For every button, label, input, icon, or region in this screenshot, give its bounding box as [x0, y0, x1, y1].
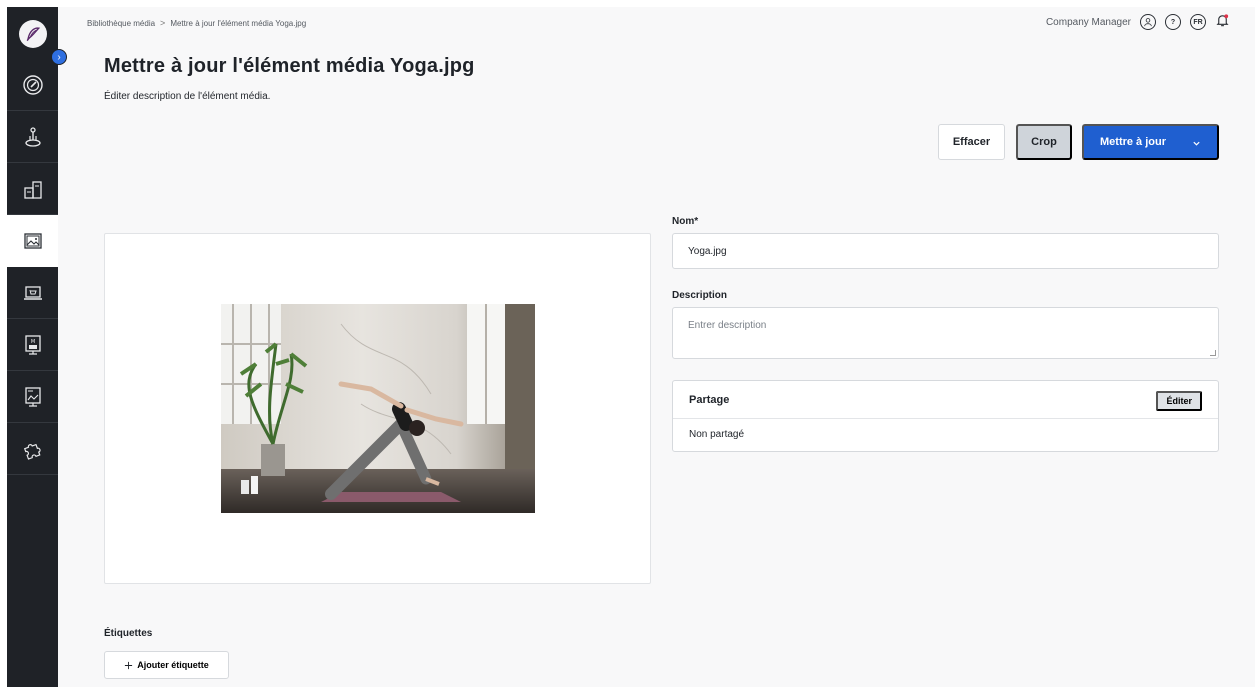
app-logo[interactable] — [19, 20, 47, 48]
sharing-card: Partage Éditer Non partagé — [672, 380, 1219, 452]
yoga-photo — [221, 304, 535, 513]
nav-shop[interactable] — [7, 267, 58, 319]
update-button-label: Mettre à jour — [1100, 136, 1167, 148]
puzzle-icon — [23, 443, 41, 460]
svg-text:M: M — [30, 339, 34, 345]
chevron-right-icon: › — [57, 52, 61, 63]
page-subtitle: Éditer description de l'élément média. — [104, 91, 271, 102]
nav-integrations[interactable] — [7, 423, 58, 475]
description-textarea[interactable]: Entrer description — [672, 307, 1219, 359]
laptop-cart-icon — [23, 285, 42, 300]
sidebar: M — [7, 7, 58, 687]
products-icon — [23, 180, 42, 199]
name-input[interactable]: Yoga.jpg — [672, 233, 1219, 269]
presentation-icon — [24, 386, 41, 407]
help-icon[interactable]: ? — [1165, 14, 1181, 30]
image-preview-panel — [104, 233, 651, 584]
crop-button[interactable]: Crop — [1016, 124, 1072, 160]
description-placeholder: Entrer description — [688, 320, 767, 331]
sidebar-expand-button[interactable]: › — [51, 49, 67, 65]
nav-experiences[interactable] — [7, 111, 58, 163]
media-icon — [23, 232, 42, 249]
topbar-actions: Company Manager ? FR — [1046, 13, 1230, 31]
sharing-card-header: Partage — [673, 381, 1218, 419]
logo-icon — [26, 27, 41, 42]
tags-label: Étiquettes — [104, 628, 153, 639]
nav-dashboard[interactable] — [7, 59, 58, 111]
language-badge[interactable]: FR — [1190, 14, 1206, 30]
add-tag-button[interactable]: Ajouter étiquette — [104, 651, 229, 679]
page-title: Mettre à jour l'élément média Yoga.jpg — [104, 55, 475, 77]
joystick-icon — [24, 126, 41, 147]
sharing-status: Non partagé — [689, 429, 745, 440]
description-label: Description — [672, 290, 728, 301]
plus-icon — [125, 661, 133, 669]
nav-media-screen[interactable]: M — [7, 319, 58, 371]
breadcrumb: Bibliothèque média > Mettre à jour l'élé… — [87, 18, 306, 28]
speedometer-icon — [22, 74, 43, 95]
nav-media[interactable] — [7, 215, 58, 267]
sharing-edit-button[interactable]: Éditer — [1156, 391, 1202, 411]
breadcrumb-item-media-library[interactable]: Bibliothèque média — [87, 19, 155, 28]
breadcrumb-item-current: Mettre à jour l'élément média Yoga.jpg — [170, 18, 307, 28]
name-input-value: Yoga.jpg — [688, 245, 727, 257]
sharing-title: Partage — [689, 393, 730, 406]
chevron-down-icon[interactable] — [1192, 139, 1201, 148]
add-tag-label: Ajouter étiquette — [137, 660, 209, 670]
resize-handle[interactable] — [1210, 350, 1216, 356]
clear-button[interactable]: Effacer — [938, 124, 1005, 160]
update-button[interactable]: Mettre à jour — [1082, 124, 1219, 160]
breadcrumb-separator: > — [160, 18, 166, 28]
nav-products[interactable] — [7, 163, 58, 215]
media-screen-icon: M — [24, 334, 41, 355]
user-name[interactable]: Company Manager — [1046, 17, 1131, 28]
notification-bell-icon[interactable] — [1215, 13, 1230, 31]
nav-presentations[interactable] — [7, 371, 58, 423]
name-label: Nom* — [672, 216, 699, 227]
user-profile-icon[interactable] — [1140, 14, 1156, 30]
